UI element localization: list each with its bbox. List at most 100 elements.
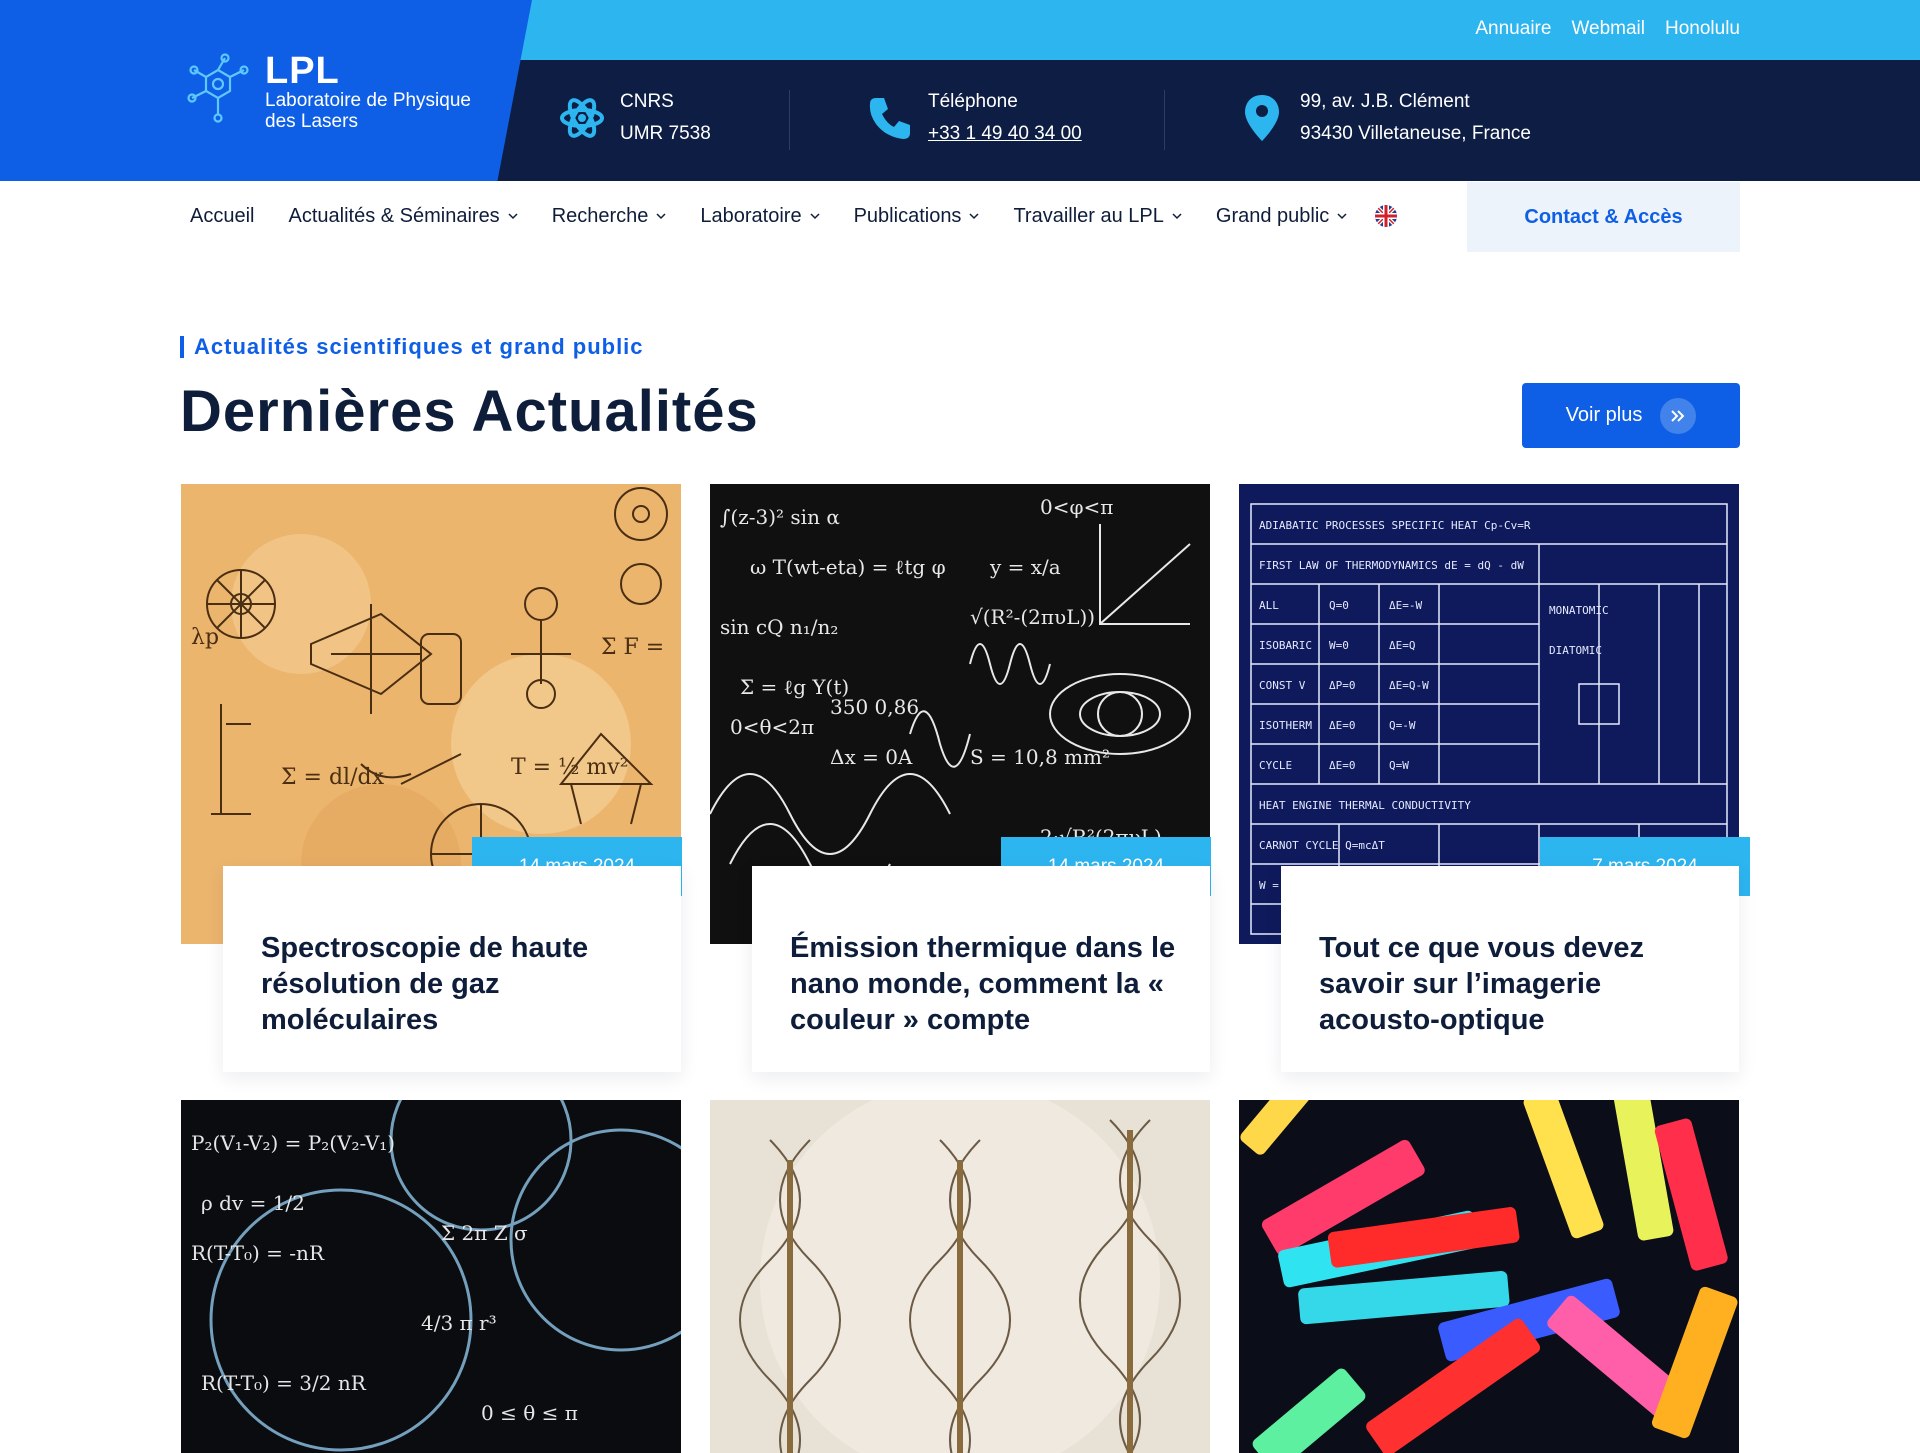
svg-text:S = 10,8 mm²: S = 10,8 mm² bbox=[970, 745, 1110, 769]
top-link-annuaire[interactable]: Annuaire bbox=[1475, 18, 1551, 40]
news-card[interactable]: Spectroscopie de haute résolution de gaz… bbox=[223, 866, 681, 1072]
logo-block[interactable]: LPL Laboratoire de Physique des Lasers bbox=[0, 0, 532, 181]
phone-icon bbox=[866, 94, 914, 142]
svg-text:P₂(V₁-V₂) = P₂(V₂-V₁): P₂(V₁-V₂) = P₂(V₂-V₁) bbox=[191, 1131, 395, 1155]
info-phone-label: Téléphone bbox=[928, 91, 1018, 112]
info-phone: Téléphone +33 1 49 40 34 00 bbox=[866, 86, 1082, 150]
svg-text:Σ F =: Σ F = bbox=[601, 635, 664, 660]
info-address-line2: 93430 Villetaneuse, France bbox=[1300, 123, 1531, 144]
news-image-glowing-crystals[interactable] bbox=[1239, 1100, 1739, 1453]
svg-text:FIRST LAW OF THERMODYNAMICS: FIRST LAW OF THERMODYNAMICS dE = dQ - dW bbox=[1259, 559, 1524, 572]
svg-text:Q=W: Q=W bbox=[1389, 759, 1409, 772]
chevron-down-icon bbox=[969, 213, 979, 220]
phone-link[interactable]: +33 1 49 40 34 00 bbox=[928, 118, 1082, 150]
chevron-down-icon bbox=[508, 213, 518, 220]
svg-text:ΔE=0: ΔE=0 bbox=[1329, 719, 1356, 732]
nav-item-travailler[interactable]: Travailler au LPL bbox=[1013, 204, 1182, 228]
info-divider bbox=[1164, 90, 1165, 150]
svg-text:T = ½ mv²: T = ½ mv² bbox=[511, 755, 629, 780]
double-chevron-right-icon bbox=[1660, 397, 1697, 434]
svg-text:ΔP=0: ΔP=0 bbox=[1329, 679, 1356, 692]
top-link-honolulu[interactable]: Honolulu bbox=[1665, 18, 1740, 40]
nav-label: Publications bbox=[853, 204, 962, 227]
news-title[interactable]: Spectroscopie de haute résolution de gaz… bbox=[261, 930, 651, 1038]
svg-text:ω T(wt-eta) = ℓtg φ: ω T(wt-eta) = ℓtg φ bbox=[750, 555, 946, 579]
svg-text:W=0: W=0 bbox=[1329, 639, 1349, 652]
svg-text:y = x/a: y = x/a bbox=[989, 555, 1061, 579]
svg-text:CYCLE: CYCLE bbox=[1259, 759, 1292, 772]
svg-text:DIATOMIC: DIATOMIC bbox=[1549, 644, 1602, 657]
top-link-webmail[interactable]: Webmail bbox=[1571, 18, 1645, 40]
svg-text:0<φ<π: 0<φ<π bbox=[1040, 495, 1113, 519]
svg-text:ΔE=-W: ΔE=-W bbox=[1389, 599, 1422, 612]
svg-text:Q=0: Q=0 bbox=[1329, 599, 1349, 612]
svg-text:sin cQ n₁/n₂: sin cQ n₁/n₂ bbox=[720, 615, 838, 639]
svg-text:ALL: ALL bbox=[1259, 599, 1279, 612]
svg-text:Q=-W: Q=-W bbox=[1389, 719, 1416, 732]
nav-label: Travailler au LPL bbox=[1013, 204, 1164, 227]
svg-text:ΔE=0: ΔE=0 bbox=[1329, 759, 1356, 772]
svg-text:ISOBARIC: ISOBARIC bbox=[1259, 639, 1312, 652]
news-image-dna[interactable] bbox=[710, 1100, 1210, 1453]
nav-item-laboratoire[interactable]: Laboratoire bbox=[700, 204, 820, 228]
news-image-formulas[interactable]: P₂(V₁-V₂) = P₂(V₂-V₁) ρ dv = 1/2 R(T-T₀)… bbox=[181, 1100, 681, 1453]
svg-text:4/3 π r³: 4/3 π r³ bbox=[421, 1311, 497, 1335]
section-title: Dernières Actualités bbox=[180, 379, 759, 444]
info-address-line1: 99, av. J.B. Clément bbox=[1300, 91, 1470, 112]
info-address: 99, av. J.B. Clément 93430 Villetaneuse,… bbox=[1238, 86, 1531, 150]
nav-label: Actualités & Séminaires bbox=[288, 204, 500, 227]
news-card[interactable]: Émission thermique dans le nano monde, c… bbox=[752, 866, 1210, 1072]
logo-title: LPL bbox=[265, 50, 340, 92]
svg-text:λp: λp bbox=[191, 625, 219, 650]
info-cnrs-line1: CNRS bbox=[620, 91, 674, 112]
nav-label: Accueil bbox=[190, 204, 255, 227]
svg-text:MONATOMIC: MONATOMIC bbox=[1549, 604, 1609, 617]
svg-text:0 ≤ θ ≤ π: 0 ≤ θ ≤ π bbox=[481, 1401, 578, 1425]
svg-text:350 0,86: 350 0,86 bbox=[830, 695, 919, 719]
svg-text:Δx = 0A: Δx = 0A bbox=[830, 745, 913, 769]
svg-text:√(R²-(2πυL)): √(R²-(2πυL)) bbox=[970, 605, 1095, 629]
see-more-label: Voir plus bbox=[1565, 404, 1643, 426]
molecule-logo-icon bbox=[187, 53, 249, 123]
location-pin-icon bbox=[1238, 94, 1286, 142]
main-nav: Accueil Actualités & Séminaires Recherch… bbox=[190, 196, 1398, 236]
svg-text:ρ dv = 1/2: ρ dv = 1/2 bbox=[201, 1191, 305, 1215]
logo-subtitle: Laboratoire de Physique des Lasers bbox=[265, 90, 471, 132]
info-cnrs-line2: UMR 7538 bbox=[620, 123, 711, 144]
section-eyebrow: Actualités scientifiques et grand public bbox=[180, 336, 644, 358]
nav-item-recherche[interactable]: Recherche bbox=[552, 205, 667, 228]
svg-text:R(T-T₀) = 3/2 nR: R(T-T₀) = 3/2 nR bbox=[201, 1371, 367, 1395]
nav-item-actualites[interactable]: Actualités & Séminaires bbox=[288, 204, 518, 228]
svg-text:ΔE=Q-W: ΔE=Q-W bbox=[1389, 679, 1429, 692]
svg-text:ADIABATIC PROCESSES SPECIFIC: ADIABATIC PROCESSES SPECIFIC HEAT Cp-Cv=… bbox=[1259, 519, 1531, 532]
svg-text:CARNOT CYCLE Q=mcΔT: CARNOT CYCLE Q=mcΔT bbox=[1259, 839, 1385, 852]
atom-icon bbox=[558, 94, 606, 142]
svg-text:ISOTHERM: ISOTHERM bbox=[1259, 719, 1312, 732]
chevron-down-icon bbox=[810, 213, 820, 220]
svg-text:ΔE=Q: ΔE=Q bbox=[1389, 639, 1416, 652]
news-card[interactable]: Tout ce que vous devez savoir sur l’imag… bbox=[1281, 866, 1739, 1072]
svg-text:CONST V: CONST V bbox=[1259, 679, 1306, 692]
svg-text:Σ 2π Z σ: Σ 2π Z σ bbox=[441, 1221, 528, 1245]
svg-text:0<θ<2π: 0<θ<2π bbox=[730, 715, 814, 739]
svg-text:∫(z-3)² sin α: ∫(z-3)² sin α bbox=[720, 505, 840, 529]
nav-label: Recherche bbox=[551, 204, 649, 227]
svg-text:HEAT ENGINE THERMAL CONDUCTI: HEAT ENGINE THERMAL CONDUCTIVITY bbox=[1259, 799, 1471, 812]
nav-label: Grand public bbox=[1215, 204, 1330, 227]
chevron-down-icon bbox=[1337, 213, 1347, 220]
nav-item-publications[interactable]: Publications bbox=[854, 205, 980, 228]
chevron-down-icon bbox=[656, 213, 666, 220]
chevron-down-icon bbox=[1172, 213, 1182, 220]
news-title[interactable]: Tout ce que vous devez savoir sur l’imag… bbox=[1319, 930, 1709, 1038]
top-links: Annuaire Webmail Honolulu bbox=[1475, 18, 1740, 40]
nav-label: Laboratoire bbox=[700, 204, 802, 227]
nav-item-grand-public[interactable]: Grand public bbox=[1216, 205, 1347, 228]
info-cnrs: CNRS UMR 7538 bbox=[558, 86, 711, 150]
uk-flag-icon[interactable] bbox=[1375, 205, 1398, 227]
info-divider bbox=[789, 90, 790, 150]
news-title[interactable]: Émission thermique dans le nano monde, c… bbox=[790, 930, 1180, 1038]
svg-text:R(T-T₀) = -nR: R(T-T₀) = -nR bbox=[191, 1241, 325, 1265]
see-more-button[interactable]: Voir plus bbox=[1522, 383, 1740, 448]
nav-item-accueil[interactable]: Accueil bbox=[190, 205, 254, 228]
contact-access-button[interactable]: Contact & Accès bbox=[1467, 182, 1740, 252]
